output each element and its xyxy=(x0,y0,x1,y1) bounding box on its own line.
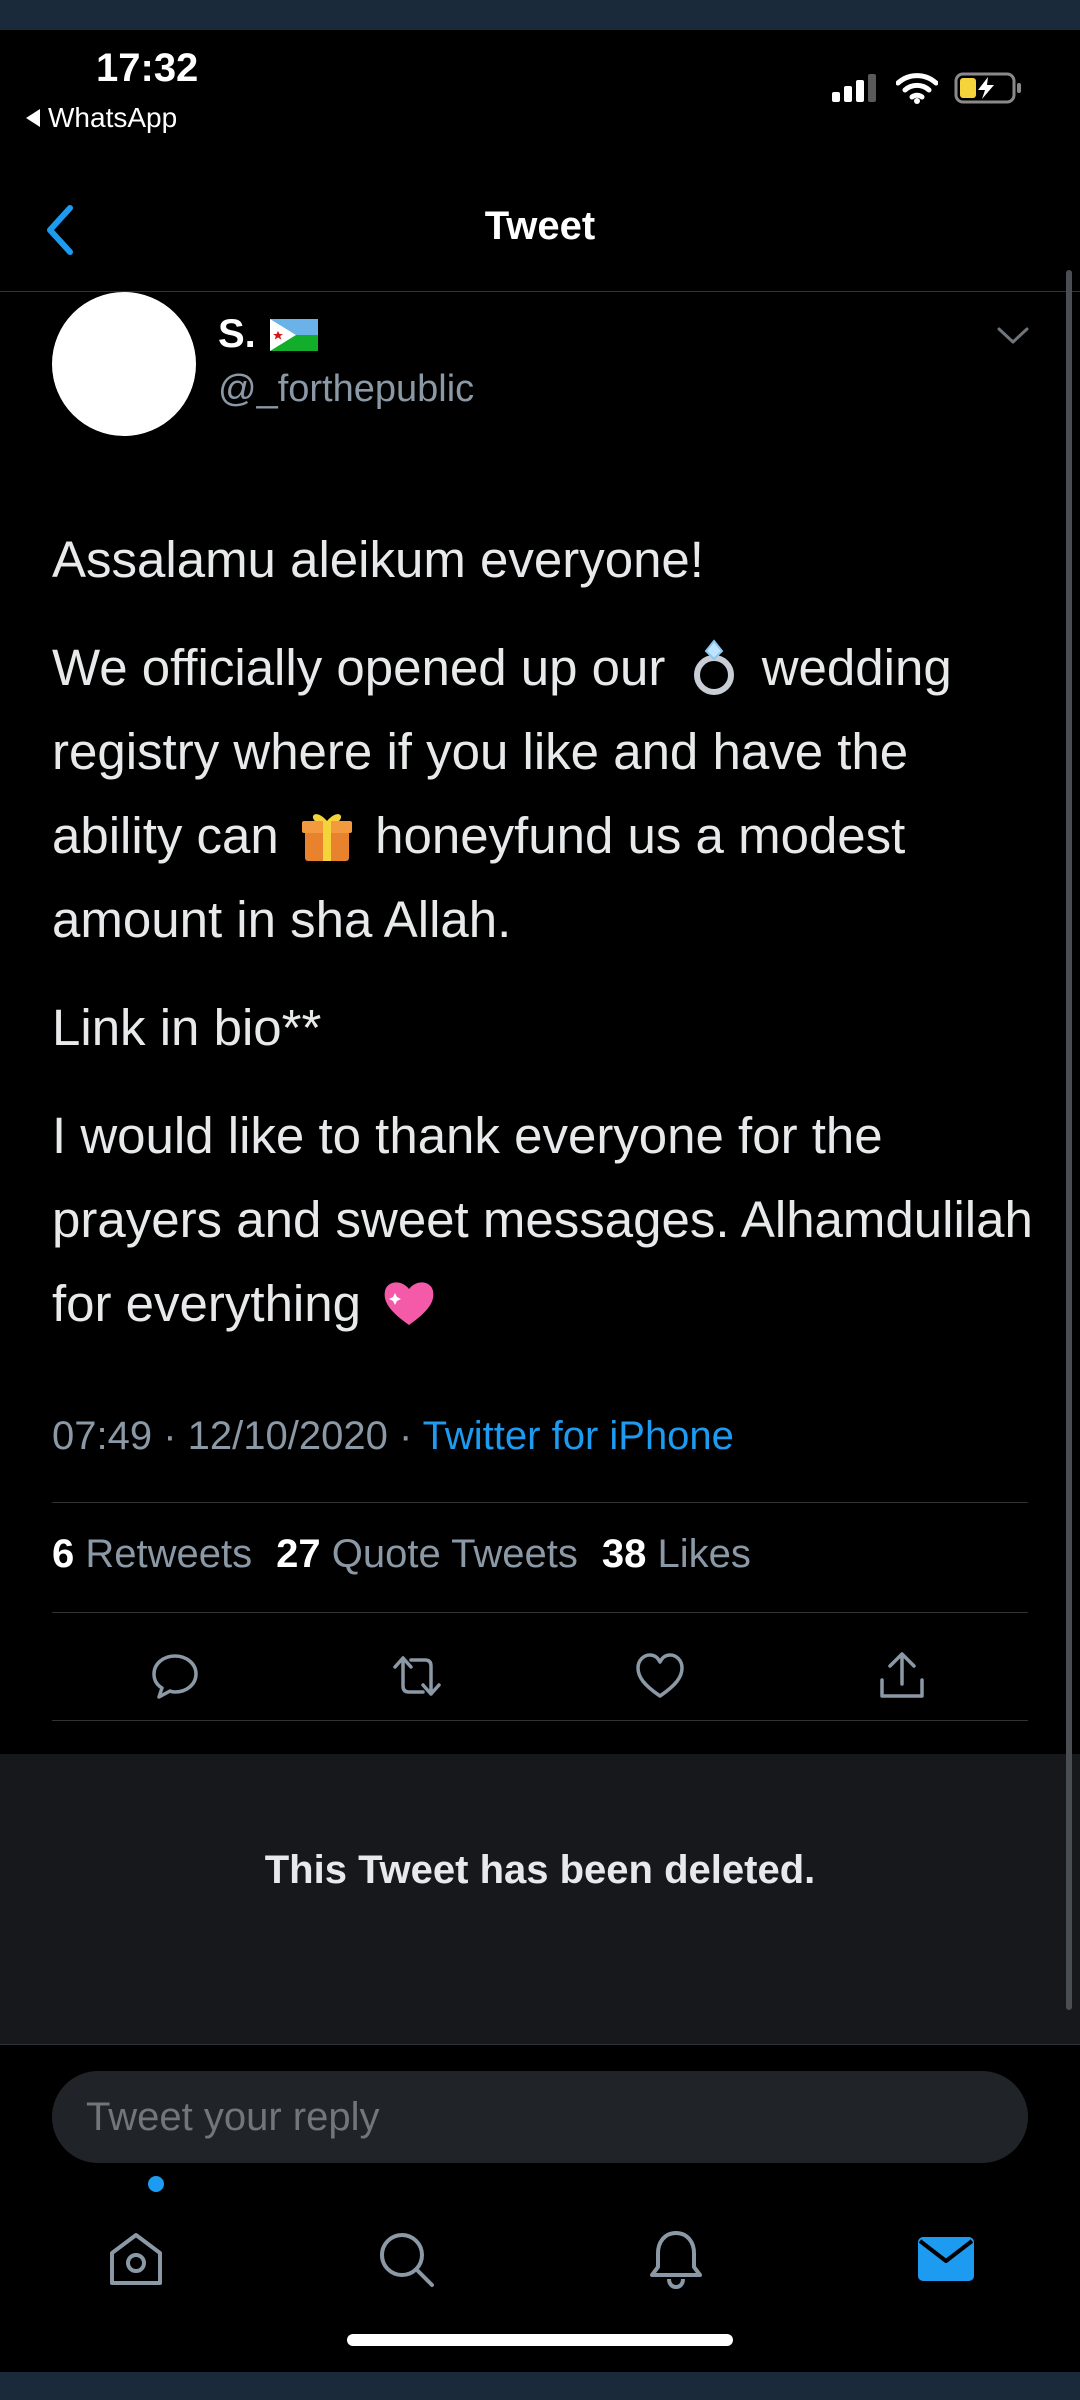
home-indicator[interactable] xyxy=(347,2334,733,2346)
tweet-paragraph-2: We officially opened up our wedding regi… xyxy=(52,626,1042,962)
tweet-paragraph-1: Assalamu aleikum everyone! xyxy=(52,531,704,588)
display-name: S. xyxy=(218,312,256,356)
frame-bottom-edge xyxy=(0,2372,1080,2400)
likes-count: 38 xyxy=(601,1532,647,1576)
retweets-count: 6 xyxy=(52,1532,75,1576)
reply-icon[interactable] xyxy=(149,1650,201,1702)
screen: 17:32 WhatsApp Tweet S. @_forthepublic A… xyxy=(0,30,1080,2372)
retweet-icon[interactable] xyxy=(391,1650,443,1702)
share-icon[interactable] xyxy=(876,1650,928,1702)
new-content-dot xyxy=(148,2176,164,2192)
retweets-label: Retweets xyxy=(85,1532,253,1576)
deleted-tweet-card: This Tweet has been deleted. xyxy=(0,1754,1080,2044)
retweets-stat[interactable]: 6 Retweets xyxy=(52,1532,252,1577)
author-name-row[interactable]: S. xyxy=(218,312,318,357)
top-navigation-bar: Tweet xyxy=(0,160,1080,292)
battery-charging-icon xyxy=(954,72,1021,104)
wifi-icon xyxy=(896,73,938,104)
tweet-stats: 6 Retweets 27 Quote Tweets 38 Likes xyxy=(52,1532,751,1577)
divider-bottom xyxy=(52,1720,1028,1721)
scrollbar[interactable] xyxy=(1066,270,1072,2010)
bottom-area: Tweet your reply xyxy=(0,2044,1080,2372)
sparkling-heart-emoji-icon xyxy=(384,1281,434,1325)
notifications-icon[interactable] xyxy=(644,2227,708,2291)
tweet-text: Assalamu aleikum everyone! We officially… xyxy=(52,518,1042,1370)
tweet-timestamp: 07:49 · 12/10/2020 · xyxy=(52,1414,413,1458)
ring-emoji-icon xyxy=(693,638,734,695)
tweet-actions xyxy=(52,1620,1028,1720)
author-handle[interactable]: @_forthepublic xyxy=(218,368,474,411)
back-to-app-button[interactable]: WhatsApp xyxy=(26,102,177,134)
frame-top-edge xyxy=(0,0,1080,30)
tweet-paragraph-2-part-a: We officially opened up our xyxy=(52,639,666,696)
chevron-down-icon[interactable] xyxy=(996,326,1030,346)
tweet-source-link[interactable]: Twitter for iPhone xyxy=(423,1414,734,1458)
deleted-tweet-notice: This Tweet has been deleted. xyxy=(264,1848,816,1892)
gift-emoji-icon xyxy=(301,813,352,861)
status-time: 17:32 xyxy=(96,46,199,90)
tweet-paragraph-4-text: I would like to thank everyone for the p… xyxy=(52,1107,1033,1332)
quote-tweets-stat[interactable]: 27 Quote Tweets xyxy=(276,1532,578,1577)
home-icon[interactable] xyxy=(104,2227,168,2291)
quote-tweets-label: Quote Tweets xyxy=(331,1532,578,1576)
divider-middle xyxy=(52,1612,1028,1613)
likes-stat[interactable]: 38 Likes xyxy=(602,1532,751,1577)
reply-input[interactable]: Tweet your reply xyxy=(52,2071,1028,2163)
reply-placeholder: Tweet your reply xyxy=(86,2095,380,2139)
page-title: Tweet xyxy=(484,204,596,248)
signal-icon xyxy=(832,74,876,102)
tweet-paragraph-4: I would like to thank everyone for the p… xyxy=(52,1094,1042,1346)
djibouti-flag-icon xyxy=(269,318,318,351)
status-icons xyxy=(832,72,1024,104)
back-triangle-icon xyxy=(26,109,40,127)
divider-top xyxy=(52,1502,1028,1503)
messages-icon[interactable] xyxy=(914,2227,978,2291)
avatar[interactable] xyxy=(52,292,196,436)
quote-tweets-count: 27 xyxy=(276,1532,321,1576)
likes-label: Likes xyxy=(657,1532,751,1576)
tweet-meta: 07:49 · 12/10/2020 · Twitter for iPhone xyxy=(52,1414,734,1459)
tweet-paragraph-3: Link in bio** xyxy=(52,999,322,1056)
back-app-label: WhatsApp xyxy=(48,102,178,133)
like-icon[interactable] xyxy=(634,1650,686,1702)
search-icon[interactable] xyxy=(374,2227,438,2291)
